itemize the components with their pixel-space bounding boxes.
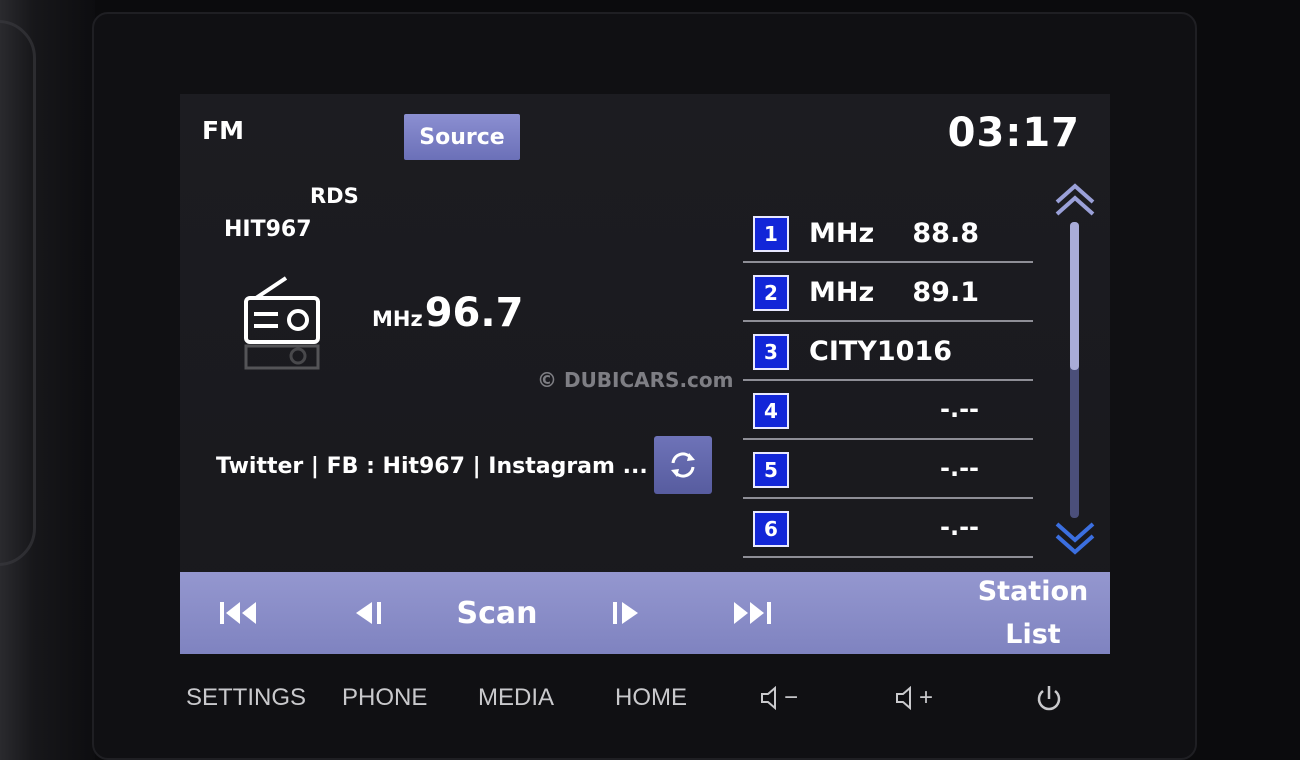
- media-button[interactable]: MEDIA: [478, 684, 554, 712]
- frequency-value: 96.7: [424, 290, 524, 336]
- scan-button[interactable]: Scan: [442, 572, 552, 654]
- skip-forward-icon: [734, 602, 771, 624]
- station-list-line2: List: [1005, 619, 1061, 650]
- preset-number: 4: [753, 393, 789, 429]
- source-button[interactable]: Source: [404, 114, 520, 160]
- preset-5[interactable]: 5 -.--: [743, 440, 1033, 499]
- volume-up-button[interactable]: +: [895, 684, 933, 712]
- power-icon: [1037, 686, 1061, 711]
- rds-radio-text: Twitter | FB : Hit967 | Instagram ...: [216, 454, 648, 479]
- radio-icon: [244, 276, 320, 370]
- previous-track-button[interactable]: [200, 572, 280, 654]
- preset-frequency: 89.1: [912, 277, 979, 308]
- playback-control-bar: Scan Station List: [180, 572, 1110, 654]
- speaker-icon: [896, 686, 911, 710]
- refresh-icon: [671, 452, 695, 478]
- clock: 03:17: [947, 110, 1080, 156]
- preset-empty-value: -.--: [940, 513, 979, 541]
- speaker-icon: [761, 686, 776, 710]
- rds-indicator: RDS: [310, 184, 359, 208]
- tune-down-button[interactable]: [328, 572, 408, 654]
- frequency-unit: MHz: [372, 307, 423, 331]
- home-button[interactable]: HOME: [615, 684, 687, 712]
- preset-empty-value: -.--: [940, 454, 979, 482]
- refresh-button[interactable]: [654, 436, 712, 494]
- preset-frequency: 88.8: [912, 218, 979, 249]
- station-list-line1: Station: [977, 576, 1089, 607]
- preset-2[interactable]: 2 MHz 89.1: [743, 263, 1033, 322]
- volume-up-symbol: +: [919, 684, 934, 711]
- preset-station-name: CITY1016: [809, 336, 952, 367]
- radio-screen: FM Source 03:17 RDS HIT967 MHz 96.7 © DU…: [180, 94, 1110, 654]
- frequency-display: MHz 96.7: [372, 290, 523, 336]
- scrollbar-thumb[interactable]: [1070, 222, 1079, 370]
- next-track-button[interactable]: [712, 572, 792, 654]
- station-list-button[interactable]: Station List: [970, 572, 1096, 654]
- preset-unit: MHz: [809, 277, 875, 308]
- station-name: HIT967: [224, 217, 312, 242]
- volume-down-symbol: −: [784, 684, 799, 711]
- watermark: © DUBICARS.com: [537, 368, 734, 392]
- preset-6[interactable]: 6 -.--: [743, 499, 1033, 558]
- preset-4[interactable]: 4 -.--: [743, 381, 1033, 440]
- settings-button[interactable]: SETTINGS: [186, 684, 306, 712]
- dashboard-trim: [0, 0, 95, 760]
- preset-number: 6: [753, 511, 789, 547]
- preset-empty-value: -.--: [940, 395, 979, 423]
- tune-up-button[interactable]: [586, 572, 666, 654]
- preset-number: 3: [753, 334, 789, 370]
- step-back-icon: [356, 602, 381, 624]
- scroll-up-icon[interactable]: [1052, 182, 1098, 218]
- power-button[interactable]: [1035, 684, 1063, 721]
- preset-number: 5: [753, 452, 789, 488]
- skip-back-icon: [220, 602, 256, 624]
- scrollbar[interactable]: [1070, 222, 1079, 518]
- volume-down-button[interactable]: −: [760, 684, 798, 712]
- preset-1[interactable]: 1 MHz 88.8: [743, 204, 1033, 263]
- scroll-down-icon[interactable]: [1052, 518, 1098, 558]
- preset-unit: MHz: [809, 218, 875, 249]
- preset-number: 1: [753, 216, 789, 252]
- preset-number: 2: [753, 275, 789, 311]
- preset-3[interactable]: 3 CITY1016: [743, 322, 1033, 381]
- preset-list: 1 MHz 88.8 2 MHz 89.1 3 CITY1016 4 -.-- …: [743, 204, 1033, 558]
- step-forward-icon: [613, 602, 638, 624]
- phone-button[interactable]: PHONE: [342, 684, 427, 712]
- hardware-button-row: SETTINGS PHONE MEDIA HOME − +: [175, 684, 1075, 724]
- band-label: FM: [202, 116, 244, 145]
